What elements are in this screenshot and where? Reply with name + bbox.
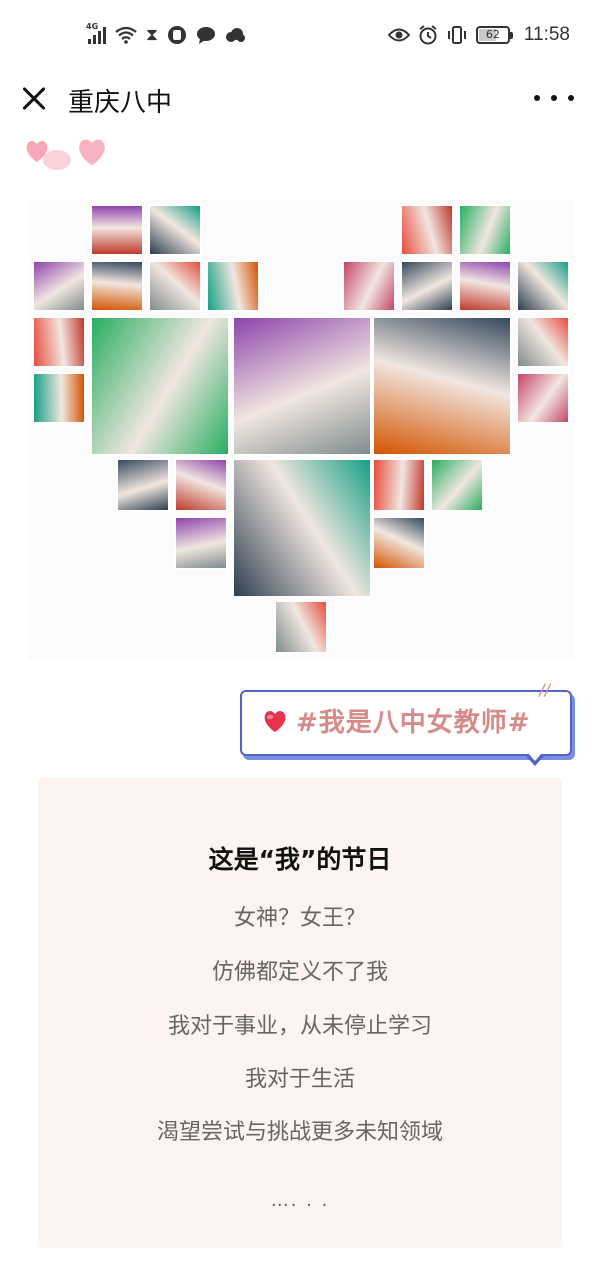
battery-icon: 62 [475, 26, 513, 44]
collage-photo [516, 260, 570, 312]
collage-photo [32, 316, 86, 368]
collage-photo [430, 458, 484, 512]
card-line: 渴望尝试与挑战更多未知领域 [156, 1120, 443, 1145]
battery-level: 62 [485, 28, 500, 41]
collage-photo [32, 372, 86, 424]
card-heading: 这是“我”的节日 [208, 845, 392, 874]
collage-photo [148, 204, 202, 256]
collage-photo [90, 316, 230, 456]
collage-photo [516, 316, 570, 368]
network-type: 4G [86, 22, 99, 31]
alarm-icon [419, 25, 437, 45]
collage-photo [372, 458, 426, 512]
collage-photo [400, 204, 454, 256]
collage-photo [516, 372, 570, 424]
collage-photo [342, 260, 396, 312]
collage-photo [372, 316, 512, 456]
collage-photo [400, 260, 454, 312]
heart-icon [264, 711, 286, 732]
close-icon[interactable] [18, 82, 50, 114]
decorative-hearts [24, 138, 124, 178]
collage-photo [458, 260, 512, 312]
heart-icon [79, 139, 105, 166]
hashtag-banner: // #我是八中女教师# [240, 680, 572, 766]
status-left-icons: 4G ⧗ [86, 22, 245, 48]
collage-photo [274, 600, 328, 654]
card-line: 仿佛都定义不了我 [211, 960, 388, 985]
text-card: 这是“我”的节日 女神？女王？ 仿佛都定义不了我 我对于事业，从未停止学习 我对… [38, 778, 562, 1248]
nav-bar: 重庆八中 [0, 68, 600, 130]
photo-heart-collage [28, 200, 574, 660]
collage-photo [174, 516, 228, 570]
collage-photo [148, 260, 202, 312]
collage-photo [90, 260, 144, 312]
chat-icon [196, 27, 215, 44]
collage-photo [206, 260, 260, 312]
card-ellipsis: …. . . [270, 1190, 330, 1211]
collage-photo [372, 516, 426, 570]
status-bar: 4G ⧗ 62 11:58 [0, 0, 600, 68]
clock: 11:58 [523, 24, 570, 45]
card-line: 女神？女王？ [233, 906, 366, 931]
card-line: 我对于事业，从未停止学习 [167, 1014, 432, 1039]
page-title: 重庆八中 [68, 88, 173, 118]
signal-icon: 4G [86, 22, 106, 44]
phone-icon [167, 26, 186, 44]
collage-photo [232, 458, 372, 598]
wifi-icon [115, 26, 137, 44]
card-line: 我对于生活 [244, 1067, 355, 1092]
vibrate-icon [447, 26, 466, 44]
more-icon[interactable] [534, 82, 574, 114]
collage-photo [458, 204, 512, 256]
hourglass-icon: ⧗ [146, 24, 158, 45]
heart-icon [43, 150, 71, 170]
collage-photo [174, 458, 228, 512]
hashtag-text: #我是八中女教师# [296, 708, 531, 738]
collage-photo [232, 316, 372, 456]
cloud-icon [225, 28, 245, 42]
collage-photo [32, 260, 86, 312]
status-right-icons: 62 11:58 [387, 22, 570, 48]
collage-photo [116, 458, 170, 512]
eye-icon [387, 28, 410, 42]
collage-photo [90, 204, 144, 256]
